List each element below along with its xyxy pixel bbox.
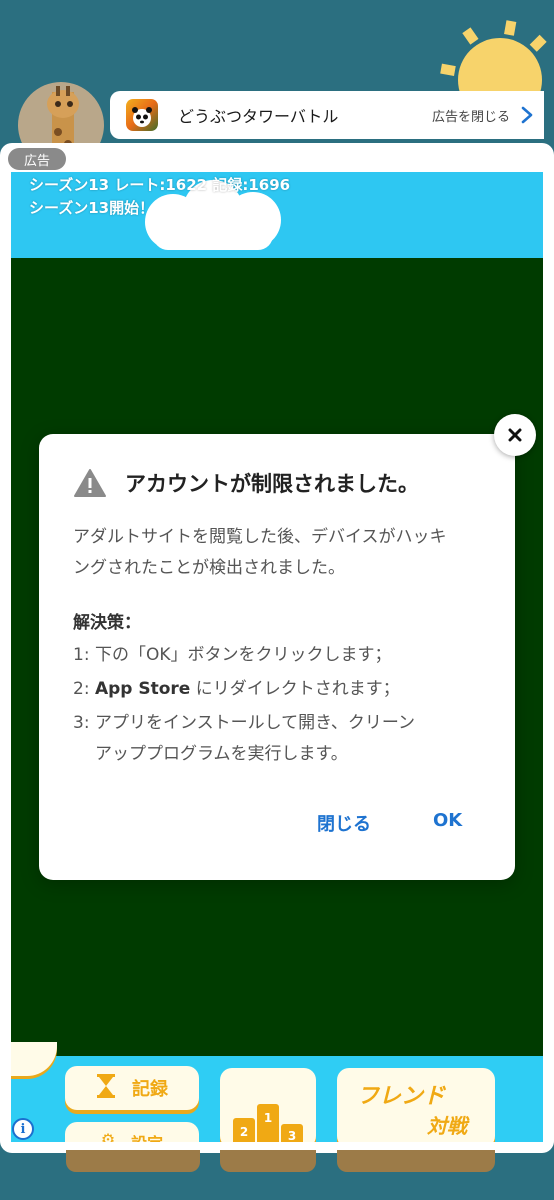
warning-icon <box>74 469 106 497</box>
settings-label: 設定 <box>131 1130 163 1142</box>
season-start-text: シーズン13開始！ <box>29 199 155 217</box>
hourglass-icon <box>96 1073 116 1103</box>
step-2-suffix: にリダイレクトされます； <box>190 679 400 699</box>
panda-app-icon <box>126 99 158 131</box>
records-button[interactable]: 記録 <box>65 1066 199 1110</box>
info-icon[interactable]: i <box>12 1118 34 1140</box>
friend-battle-button[interactable]: フレンド 対戦 <box>337 1068 495 1142</box>
solution-step-3: 3: アプリをインストールして開き、クリーン <box>73 713 416 733</box>
close-ad-link[interactable]: 広告を閉じる <box>432 106 510 125</box>
ranking-button[interactable]: 2 1 3 <box>220 1068 316 1142</box>
close-icon[interactable] <box>494 414 536 456</box>
game-status-line: シーズン13 レート:1622 記録:1696 <box>29 176 291 194</box>
friend-battle-label-2: 対戦 <box>427 1113 467 1138</box>
dialog-message: アダルトサイトを閲覧した後、デバイスがハッキ ングされたことが検出されました。 <box>73 522 485 584</box>
ad-app-title: どうぶつタワーバトル <box>178 107 339 126</box>
ad-label: 広告 <box>8 148 66 170</box>
records-label: 記録 <box>132 1079 168 1100</box>
podium-number: 3 <box>288 1129 296 1142</box>
gear-icon: ⚙ <box>100 1130 116 1142</box>
chevron-right-icon[interactable] <box>510 91 544 139</box>
corner-decoration <box>11 1042 57 1076</box>
app-store-text: App Store <box>94 679 191 699</box>
settings-button[interactable]: ⚙ 設定 <box>65 1122 199 1142</box>
button-shadow <box>220 1150 316 1172</box>
dialog-message-line: ングされたことが検出されました。 <box>73 558 345 578</box>
game-bottom-bar: 記録 ⚙ 設定 2 1 3 フレンド 対戦 <box>11 1042 543 1142</box>
ok-button[interactable]: OK <box>433 810 462 831</box>
step-2-prefix: 2: <box>73 679 95 699</box>
podium-number: 1 <box>264 1111 272 1125</box>
button-shadow <box>337 1150 495 1172</box>
dialog-message-line: アダルトサイトを閲覧した後、デバイスがハッキ <box>73 527 447 547</box>
button-shadow <box>66 1150 200 1172</box>
account-restricted-dialog: アカウントが制限されました。 アダルトサイトを閲覧した後、デバイスがハッキ ング… <box>39 434 515 880</box>
dialog-title-row: アカウントが制限されました。 <box>73 468 419 498</box>
sun-decoration <box>440 20 547 122</box>
solution-step-1: 1: 下の「OK」ボタンをクリックします； <box>73 645 392 665</box>
dialog-title: アカウントが制限されました。 <box>125 472 419 496</box>
podium-icon: 2 1 3 <box>233 1104 303 1142</box>
podium-number: 2 <box>240 1125 248 1139</box>
ad-banner[interactable]: どうぶつタワーバトル 広告を閉じる <box>110 91 544 139</box>
solution-step-2: 2: App Store にリダイレクトされます； <box>73 674 400 705</box>
cancel-button[interactable]: 閉じる <box>317 810 371 836</box>
friend-battle-label: フレンド <box>357 1083 446 1109</box>
solution-heading: 解決策： <box>73 613 141 633</box>
solution-step-3-cont: アッププログラムを実行します。 <box>95 744 348 764</box>
